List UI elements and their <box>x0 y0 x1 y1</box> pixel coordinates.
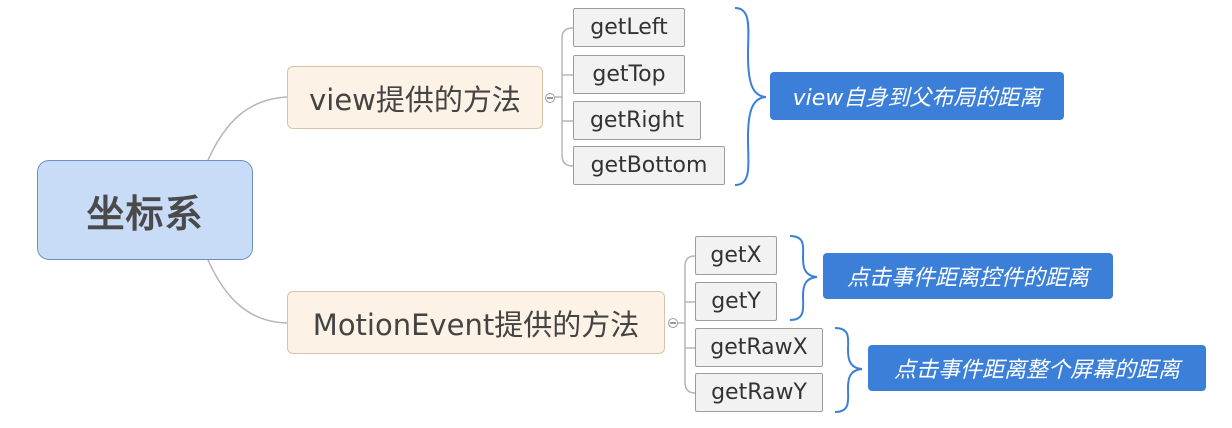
connector-root-view <box>207 96 288 161</box>
collapse-icon[interactable] <box>545 93 555 103</box>
note-view-relative-distance[interactable]: 点击事件距离控件的距离 <box>823 253 1113 299</box>
mind-map: 坐标系 view提供的方法 MotionEvent提供的方法 getLeft g… <box>0 0 1232 428</box>
branch-view-methods[interactable]: view提供的方法 <box>287 66 543 129</box>
leaf-getbottom[interactable]: getBottom <box>573 146 725 185</box>
collapse-icon[interactable] <box>668 318 678 328</box>
leaf-gety[interactable]: getY <box>695 282 777 321</box>
note-screen-distance[interactable]: 点击事件距离整个屏幕的距离 <box>868 345 1206 391</box>
leaf-getrawy[interactable]: getRawY <box>695 373 823 412</box>
brace-view <box>734 7 767 186</box>
leaf-getrawx[interactable]: getRawX <box>695 328 823 367</box>
leaf-getleft[interactable]: getLeft <box>573 8 685 47</box>
root-node[interactable]: 坐标系 <box>37 160 253 260</box>
leaf-gettop[interactable]: getTop <box>573 55 685 94</box>
connector-root-motion <box>207 259 288 324</box>
brace-motion-xy <box>789 235 818 321</box>
note-view-distance[interactable]: view自身到父布局的距离 <box>770 72 1064 120</box>
brace-motion-raw <box>834 327 863 413</box>
connector-motion-trunk <box>684 255 696 394</box>
leaf-getx[interactable]: getX <box>695 236 777 275</box>
connector-view-trunk <box>561 27 574 167</box>
leaf-getright[interactable]: getRight <box>573 101 701 140</box>
branch-motionevent-methods[interactable]: MotionEvent提供的方法 <box>287 291 665 354</box>
